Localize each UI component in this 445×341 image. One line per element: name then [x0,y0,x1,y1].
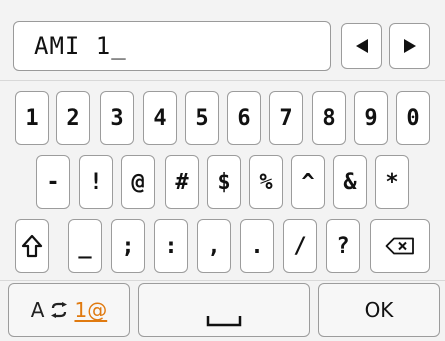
backspace-key[interactable] [370,219,430,273]
backspace-icon [385,237,414,255]
key-period[interactable]: . [240,219,274,273]
key-label: - [46,169,60,195]
key-at[interactable]: @ [121,155,155,209]
key-label: & [343,169,357,195]
right-triangle-icon [403,39,416,53]
key-3[interactable]: 3 [100,91,134,145]
key-label: @ [131,169,145,195]
key-hash[interactable]: # [165,155,199,209]
key-label: ^ [301,169,315,195]
key-label: . [250,233,264,259]
key-exclamation[interactable]: ! [79,155,113,209]
cursor-left-button[interactable] [341,23,382,69]
key-9[interactable]: 9 [354,91,388,145]
keyboard-screen: AMI 1_ 1 2 3 4 5 6 7 8 9 0 - ! @ # $ % ^… [0,0,445,341]
key-1[interactable]: 1 [15,91,49,145]
key-label: 1 [25,105,39,131]
key-caret[interactable]: ^ [291,155,325,209]
key-asterisk[interactable]: * [375,155,409,209]
key-label: 0 [406,105,420,131]
key-2[interactable]: 2 [56,91,90,145]
key-semicolon[interactable]: ; [111,219,145,273]
key-label: 4 [153,105,167,131]
ok-label: OK [364,298,394,322]
key-label: / [293,233,307,259]
key-label: # [175,169,189,195]
divider [0,80,445,81]
toggle-arrows-icon [51,302,68,318]
shift-key[interactable] [15,219,49,273]
divider [0,280,445,281]
mode-symbols-label: 1@ [74,298,108,322]
input-value: AMI 1_ [34,32,127,60]
key-ampersand[interactable]: & [333,155,367,209]
key-label: 5 [195,105,209,131]
key-dollar[interactable]: $ [207,155,241,209]
key-label: ; [121,233,135,259]
key-percent[interactable]: % [249,155,283,209]
key-label: * [385,169,399,195]
key-label: : [164,233,178,259]
left-triangle-icon [355,39,368,53]
key-0[interactable]: 0 [396,91,430,145]
key-5[interactable]: 5 [185,91,219,145]
key-label: 8 [322,105,336,131]
space-key[interactable] [138,283,310,337]
key-label: % [259,169,273,195]
shift-arrow-icon [21,234,43,258]
key-8[interactable]: 8 [312,91,346,145]
key-label: ! [89,169,103,195]
key-label: ? [336,233,350,259]
ok-button[interactable]: OK [318,283,440,337]
input-mode-button[interactable]: A 1@ [8,283,130,337]
key-7[interactable]: 7 [269,91,303,145]
key-colon[interactable]: : [154,219,188,273]
key-slash[interactable]: / [283,219,317,273]
key-underscore[interactable]: _ [68,219,102,273]
cursor-right-button[interactable] [389,23,430,69]
key-6[interactable]: 6 [227,91,261,145]
mode-alpha-label: A [30,298,45,322]
key-label: $ [217,169,231,195]
key-4[interactable]: 4 [143,91,177,145]
key-label: _ [78,233,92,259]
space-bar-icon [206,316,242,327]
key-label: 3 [110,105,124,131]
text-input-field[interactable]: AMI 1_ [13,21,331,71]
key-label: 7 [279,105,293,131]
key-label: 9 [364,105,378,131]
key-label: 2 [66,105,80,131]
key-label: , [207,233,221,259]
key-hyphen[interactable]: - [36,155,70,209]
key-question[interactable]: ? [326,219,360,273]
key-comma[interactable]: , [197,219,231,273]
key-label: 6 [237,105,251,131]
